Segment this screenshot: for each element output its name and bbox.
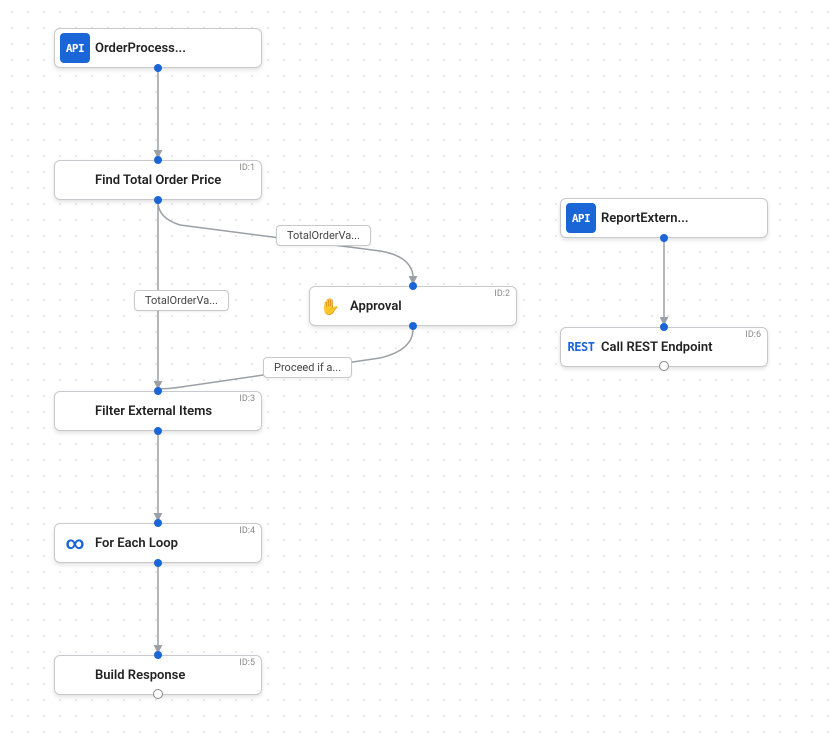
port-out[interactable] (660, 234, 668, 242)
port-out[interactable] (154, 559, 162, 567)
node-label: Build Response (95, 668, 261, 683)
port-out[interactable] (154, 64, 162, 72)
node-label: Approval (350, 299, 516, 314)
hand-icon: ✋ (315, 291, 345, 321)
node-label: OrderProcess... (95, 41, 261, 56)
node-label: Call REST Endpoint (601, 340, 767, 355)
api-icon: API (60, 33, 90, 63)
port-out[interactable] (659, 361, 669, 371)
port-in[interactable] (154, 156, 162, 164)
node-id-badge: ID:5 (239, 658, 255, 668)
node-id-badge: ID:6 (745, 330, 761, 340)
node-id-badge: ID:3 (239, 394, 255, 404)
port-out[interactable] (409, 322, 417, 330)
node-for-each-loop[interactable]: ∞ For Each Loop ID:4 (54, 523, 262, 563)
node-id-badge: ID:1 (239, 163, 255, 173)
workflow-canvas[interactable]: API OrderProcess... Find Total Order Pri… (0, 0, 833, 746)
node-approval[interactable]: ✋ Approval ID:2 (309, 286, 517, 326)
mapper-icon (60, 660, 90, 690)
port-in[interactable] (154, 651, 162, 659)
mapper-icon (60, 165, 90, 195)
port-in[interactable] (660, 323, 668, 331)
node-build-response[interactable]: Build Response ID:5 (54, 655, 262, 695)
node-find-total-order-price[interactable]: Find Total Order Price ID:1 (54, 160, 262, 200)
node-label: ReportExtern... (601, 211, 767, 226)
node-label: Find Total Order Price (95, 173, 261, 188)
rest-icon: REST (566, 332, 596, 362)
mapper-icon (60, 396, 90, 426)
node-call-rest-endpoint[interactable]: REST Call REST Endpoint ID:6 (560, 327, 768, 367)
port-out[interactable] (153, 689, 163, 699)
edge-label-proceed[interactable]: Proceed if a... (263, 357, 352, 378)
node-label: For Each Loop (95, 536, 261, 551)
edges-layer (0, 0, 833, 746)
api-icon: API (566, 203, 596, 233)
port-in[interactable] (409, 282, 417, 290)
port-out[interactable] (154, 427, 162, 435)
port-in[interactable] (154, 387, 162, 395)
node-id-badge: ID:2 (494, 289, 510, 299)
node-id-badge: ID:4 (239, 526, 255, 536)
port-in[interactable] (154, 519, 162, 527)
node-order-process[interactable]: API OrderProcess... (54, 28, 262, 68)
node-label: Filter External Items (95, 404, 261, 419)
edge-label-totalorder-right[interactable]: TotalOrderVa... (276, 225, 371, 246)
port-out[interactable] (154, 196, 162, 204)
node-filter-external-items[interactable]: Filter External Items ID:3 (54, 391, 262, 431)
loop-icon: ∞ (60, 528, 90, 558)
edge-label-totalorder-left[interactable]: TotalOrderVa... (134, 290, 229, 311)
node-report-extern[interactable]: API ReportExtern... (560, 198, 768, 238)
